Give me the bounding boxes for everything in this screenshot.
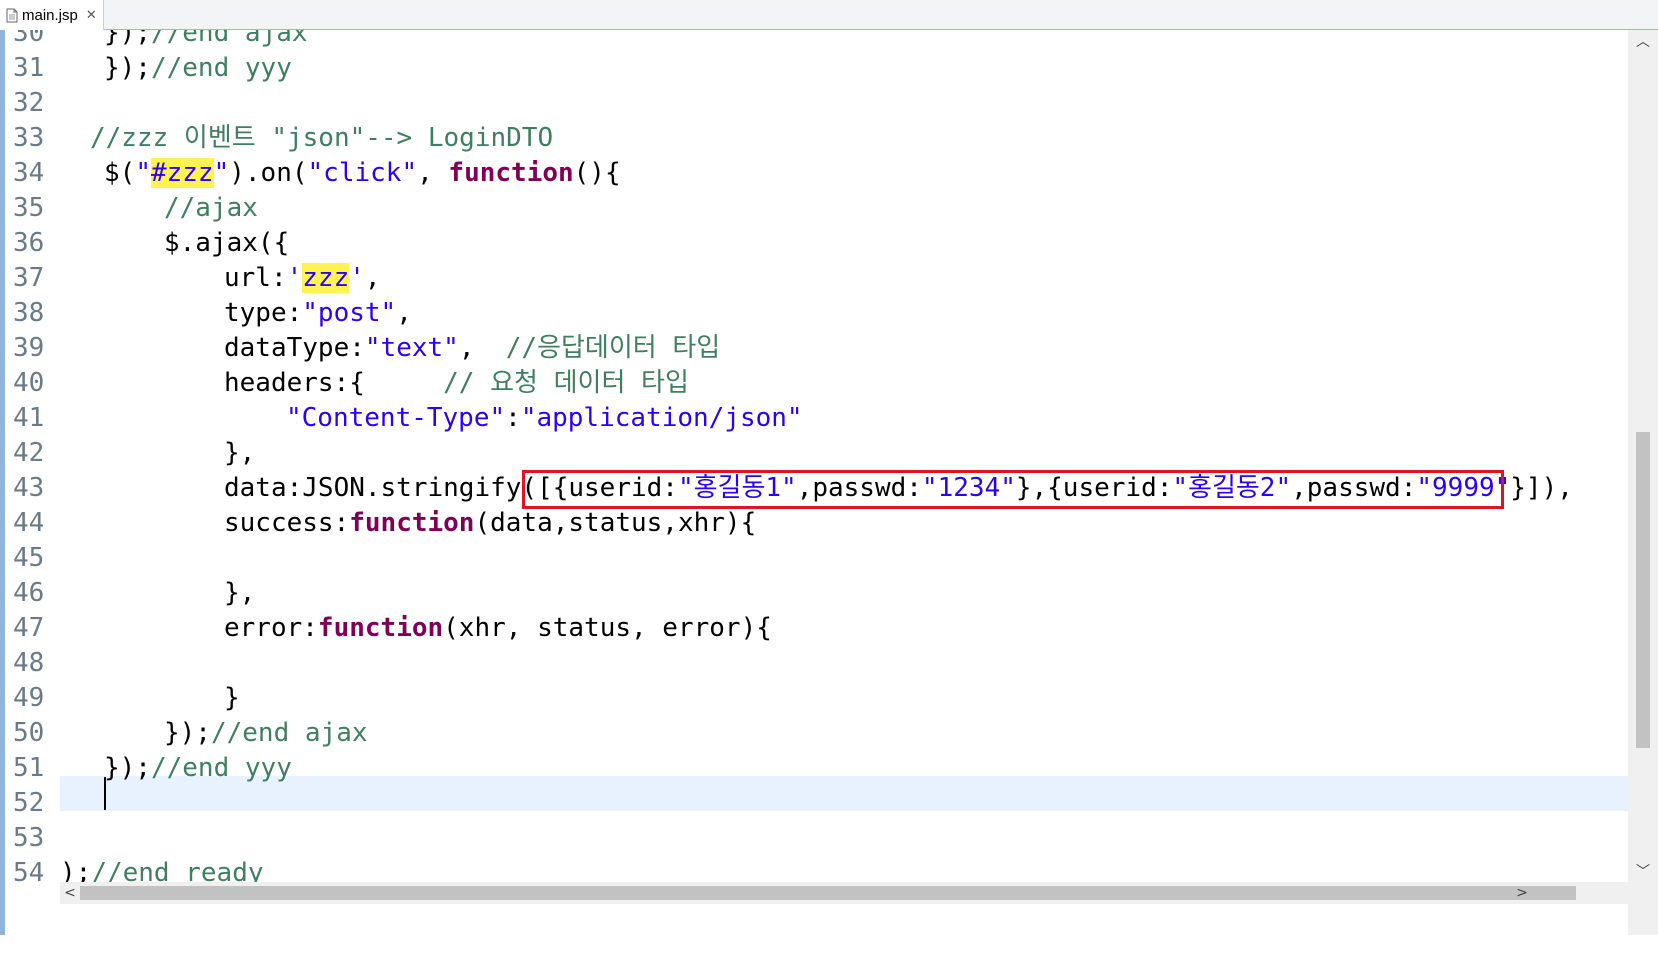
file-icon [6,8,18,22]
editor-tab-bar: main.jsp ✕ [0,0,1658,30]
line-number: 53 [13,823,45,853]
code-area[interactable]: });//end ajax });//end yyy //zzz 이벤트 "json… [60,30,1628,935]
line-number: 46 [13,578,45,608]
scroll-up-icon[interactable]: ︿ [1628,32,1658,52]
line-number: 37 [13,263,45,293]
line-number: 47 [13,613,45,643]
line-number: 36 [13,228,45,258]
code-line: dataType:"text", //응답데이터 타입 [224,333,721,363]
line-number: 38 [13,298,45,328]
scroll-down-icon[interactable]: ﹀ [1628,862,1658,882]
scroll-left-icon[interactable]: < [60,882,80,904]
code-line: });//end yyy [104,753,292,783]
line-number: 33 [13,123,45,153]
vertical-scroll-thumb[interactable] [1636,432,1650,748]
code-line: } [224,683,240,713]
line-number: 31 [13,53,45,83]
tab-title: main.jsp [22,6,78,24]
close-icon[interactable]: ✕ [86,7,97,23]
line-number: 30 [13,30,45,48]
line-number: 32 [13,88,45,118]
horizontal-scrollbar[interactable]: < > [60,882,1628,904]
line-number: 54 [13,858,45,888]
code-line: error:function(xhr, status, error){ [224,613,772,643]
line-number: 41 [13,403,45,433]
scroll-right-icon[interactable]: > [1512,882,1532,904]
line-number: 39 [13,333,45,363]
scrollbar-corner [1628,882,1658,904]
tab-main-jsp[interactable]: main.jsp ✕ [0,0,104,30]
line-number: 48 [13,648,45,678]
code-line: });//end ajax [164,718,368,748]
code-line: }, [224,578,256,608]
line-number: 35 [13,193,45,223]
line-number: 49 [13,683,45,713]
line-number-gutter: 30 31 32 33 34 35 36 37 38 39 40 41 42 43 44 45 46 47 48 49… [5,30,60,935]
code-line: });//end yyy [104,53,292,83]
line-number: 51 [13,753,45,783]
code-line: success:function(data,status,xhr){ [224,508,757,538]
code-line: });//end ajax [104,30,308,48]
line-number: 43 [13,473,45,503]
line-number: 50 [13,718,45,748]
code-line: type:"post", [224,298,412,328]
code-line: $.ajax({ [164,228,290,258]
line-number: 34 [13,158,45,188]
code-line: url:'zzz', [224,263,381,293]
code-editor[interactable]: 30 31 32 33 34 35 36 37 38 39 40 41 42 43 44 45 46 47 48 49… [0,30,1658,957]
code-line: //ajax [164,193,258,223]
vertical-scrollbar[interactable]: ︿ ﹀ [1628,30,1658,935]
line-number: 52 [13,788,45,818]
code-line: headers:{ // 요청 데이터 타입 [224,368,689,398]
code-line: }, [224,438,256,468]
horizontal-scroll-thumb[interactable] [80,886,1576,900]
line-number: 42 [13,438,45,468]
line-number: 44 [13,508,45,538]
code-line: "Content-Type":"application/json" [286,403,803,433]
code-line: $("#zzz").on("click", function(){ [104,158,621,188]
annotation-box [522,470,1504,509]
line-number: 45 [13,543,45,573]
code-line: //zzz 이벤트 "json"--> LoginDTO [90,123,554,153]
current-line-highlight [60,776,1628,811]
line-number: 40 [13,368,45,398]
